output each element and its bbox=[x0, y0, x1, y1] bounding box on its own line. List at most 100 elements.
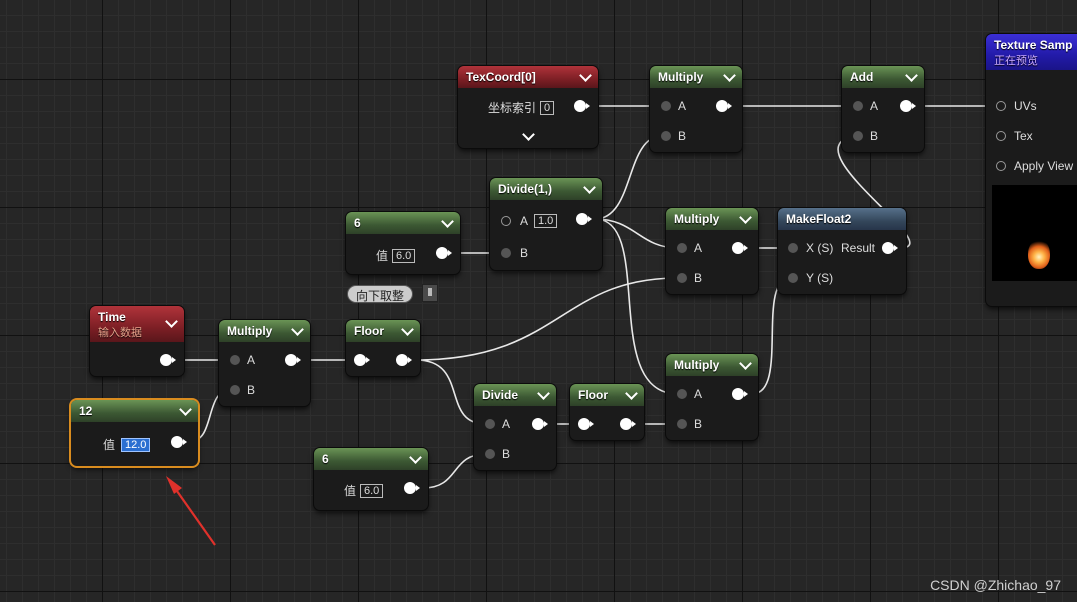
divide-2-node[interactable]: Divide A B bbox=[474, 384, 556, 470]
floor-1-header[interactable]: Floor bbox=[346, 320, 420, 342]
floor-1-node[interactable]: Floor bbox=[346, 320, 420, 376]
input-pin-a[interactable] bbox=[501, 216, 511, 226]
apply-view-input-pin[interactable] bbox=[996, 161, 1006, 171]
input-pin-b[interactable] bbox=[230, 385, 240, 395]
makefloat2-node[interactable]: MakeFloat2 X (S) Result Y (S) bbox=[778, 208, 906, 294]
output-pin[interactable] bbox=[532, 418, 548, 430]
time-header[interactable]: Time 输入数据 bbox=[90, 306, 184, 342]
texcoord-output-pin[interactable] bbox=[574, 100, 590, 112]
expand-chevron-icon[interactable] bbox=[522, 128, 535, 141]
output-pin[interactable] bbox=[576, 213, 592, 225]
chevron-down-icon[interactable] bbox=[739, 211, 752, 224]
time-node[interactable]: Time 输入数据 bbox=[90, 306, 184, 376]
chevron-down-icon[interactable] bbox=[583, 181, 596, 194]
output-pin[interactable] bbox=[171, 436, 187, 448]
input-pin[interactable] bbox=[578, 418, 594, 430]
multiply-top-header[interactable]: Multiply bbox=[650, 66, 742, 88]
divide-1-node[interactable]: Divide(1,) A 1.0 B bbox=[490, 178, 602, 270]
pin-tooltip-icon[interactable] bbox=[422, 284, 438, 302]
chevron-down-icon[interactable] bbox=[739, 357, 752, 370]
texcoord-index-label: 坐标索引 bbox=[488, 101, 537, 115]
chevron-down-icon[interactable] bbox=[579, 69, 592, 82]
input-pin[interactable] bbox=[354, 354, 370, 366]
multiply-bottom-node[interactable]: Multiply A B bbox=[666, 354, 758, 440]
texture-preview bbox=[992, 185, 1077, 281]
multiply-left-node[interactable]: Multiply A B bbox=[219, 320, 310, 406]
input-pin-b[interactable] bbox=[853, 131, 863, 141]
input-pin-a[interactable] bbox=[677, 243, 687, 253]
makefloat2-header[interactable]: MakeFloat2 bbox=[778, 208, 906, 230]
output-pin[interactable] bbox=[285, 354, 301, 366]
add-node[interactable]: Add A B bbox=[842, 66, 924, 152]
input-pin-a[interactable] bbox=[661, 101, 671, 111]
input-pin-x[interactable] bbox=[788, 243, 798, 253]
input-pin-b[interactable] bbox=[501, 248, 511, 258]
value-field[interactable]: 6.0 bbox=[360, 484, 384, 498]
input-pin-b[interactable] bbox=[485, 449, 495, 459]
floor-tooltip: 向下取整 bbox=[347, 285, 414, 303]
output-pin[interactable] bbox=[620, 418, 636, 430]
multiply-mid-node[interactable]: Multiply A B bbox=[666, 208, 758, 294]
chevron-down-icon[interactable] bbox=[905, 69, 918, 82]
output-pin[interactable] bbox=[732, 242, 748, 254]
chevron-down-icon[interactable] bbox=[409, 451, 422, 464]
input-pin-a[interactable] bbox=[230, 355, 240, 365]
output-pin[interactable] bbox=[404, 482, 420, 494]
texture-sample-header[interactable]: Texture Samp 正在预览 bbox=[986, 34, 1077, 70]
output-pin[interactable] bbox=[900, 100, 916, 112]
chevron-down-icon[interactable] bbox=[291, 323, 304, 336]
constant-header[interactable]: 6 bbox=[346, 212, 460, 234]
pin-b-label: B bbox=[502, 447, 511, 461]
chevron-down-icon[interactable] bbox=[625, 387, 638, 400]
chevron-down-icon[interactable] bbox=[441, 215, 454, 228]
tex-input-pin[interactable] bbox=[996, 131, 1006, 141]
constant-header[interactable]: 6 bbox=[314, 448, 428, 470]
multiply-mid-header[interactable]: Multiply bbox=[666, 208, 758, 230]
node-title: Divide bbox=[482, 388, 519, 402]
texcoord-node[interactable]: TexCoord[0] 坐标索引 0 bbox=[458, 66, 598, 148]
divide-2-header[interactable]: Divide bbox=[474, 384, 556, 406]
input-pin-a[interactable] bbox=[853, 101, 863, 111]
multiply-top-node[interactable]: Multiply A B bbox=[650, 66, 742, 152]
add-header[interactable]: Add bbox=[842, 66, 924, 88]
floor-2-header[interactable]: Floor bbox=[570, 384, 644, 406]
uvs-input-pin[interactable] bbox=[996, 101, 1006, 111]
constant-12-node[interactable]: 12 值 12.0 bbox=[71, 400, 198, 466]
output-pin[interactable] bbox=[732, 388, 748, 400]
value-field[interactable]: 6.0 bbox=[392, 249, 416, 263]
node-title: 6 bbox=[322, 452, 329, 466]
value-field-editing[interactable]: 12.0 bbox=[121, 438, 151, 452]
multiply-left-header[interactable]: Multiply bbox=[219, 320, 310, 342]
node-title: Add bbox=[850, 70, 874, 84]
input-pin-a[interactable] bbox=[677, 389, 687, 399]
output-pin[interactable] bbox=[396, 354, 412, 366]
constant-6-bottom-node[interactable]: 6 值 6.0 bbox=[314, 448, 428, 510]
node-title: Floor bbox=[354, 324, 384, 338]
input-pin-y[interactable] bbox=[788, 273, 798, 283]
output-pin[interactable] bbox=[160, 354, 176, 366]
pin-b-label: B bbox=[870, 129, 879, 143]
texcoord-header[interactable]: TexCoord[0] bbox=[458, 66, 598, 88]
chevron-down-icon[interactable] bbox=[537, 387, 550, 400]
texcoord-index-value[interactable]: 0 bbox=[540, 101, 555, 115]
texture-sample-node[interactable]: Texture Samp 正在预览 UVs Tex Apply View bbox=[986, 34, 1077, 306]
input-pin-a[interactable] bbox=[485, 419, 495, 429]
chevron-down-icon[interactable] bbox=[179, 403, 192, 416]
input-pin-b[interactable] bbox=[661, 131, 671, 141]
constant-6-top-node[interactable]: 6 值 6.0 bbox=[346, 212, 460, 274]
output-pin[interactable] bbox=[436, 247, 452, 259]
output-pin[interactable] bbox=[716, 100, 732, 112]
multiply-bottom-header[interactable]: Multiply bbox=[666, 354, 758, 376]
input-pin-b[interactable] bbox=[677, 273, 687, 283]
node-title: 6 bbox=[354, 216, 361, 230]
input-pin-b[interactable] bbox=[677, 419, 687, 429]
chevron-down-icon[interactable] bbox=[401, 323, 414, 336]
pin-a-label: A bbox=[694, 387, 703, 401]
floor-2-node[interactable]: Floor bbox=[570, 384, 644, 440]
divide-1-header[interactable]: Divide(1,) bbox=[490, 178, 602, 200]
apply-view-label: Apply View bbox=[1014, 159, 1074, 173]
chevron-down-icon[interactable] bbox=[723, 69, 736, 82]
constant-header[interactable]: 12 bbox=[71, 400, 198, 422]
pin-a-value[interactable]: 1.0 bbox=[534, 214, 558, 228]
result-output-pin[interactable] bbox=[882, 242, 898, 254]
